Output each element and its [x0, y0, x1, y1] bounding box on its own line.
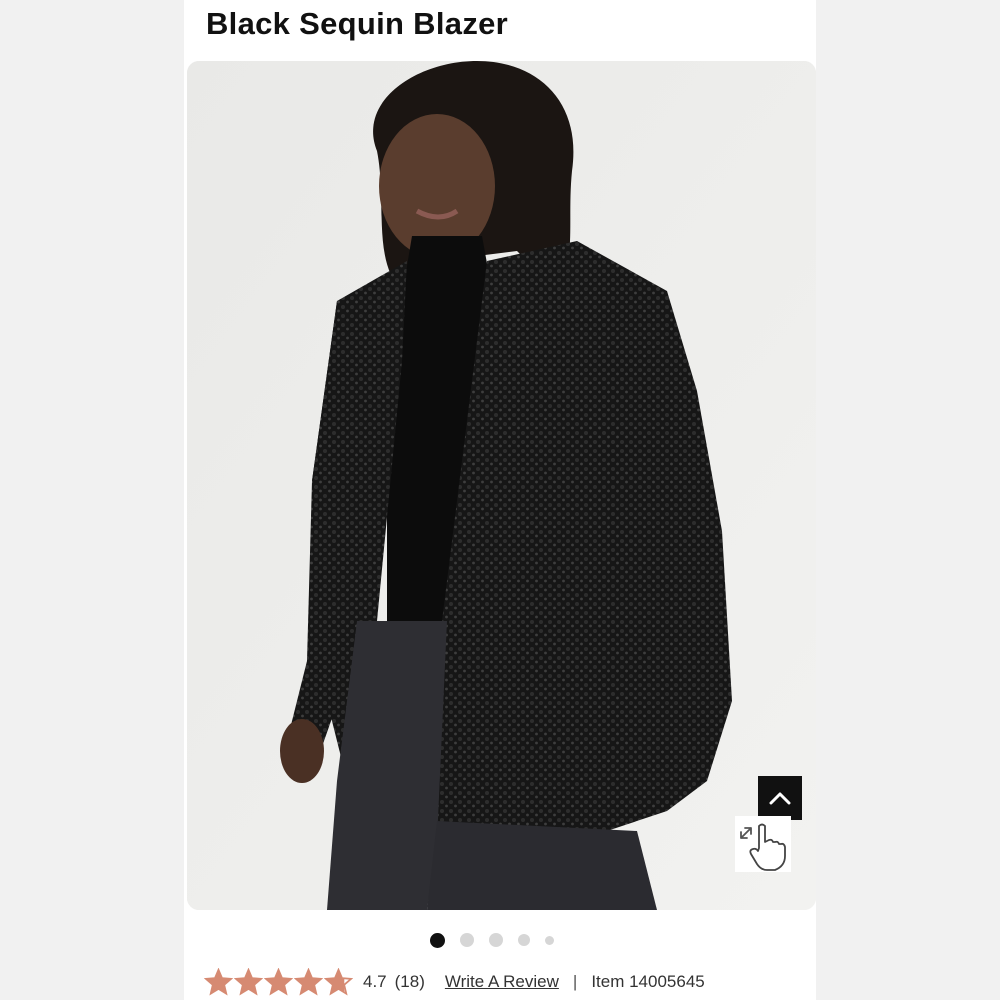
- rating-count[interactable]: (18): [395, 972, 425, 992]
- write-review-link[interactable]: Write A Review: [445, 972, 559, 992]
- gallery-pagination: [430, 930, 570, 950]
- product-title: Black Sequin Blazer: [206, 6, 509, 41]
- star-icon: [234, 967, 263, 996]
- zoom-button[interactable]: [735, 816, 791, 872]
- divider: |: [572, 972, 578, 991]
- star-icon: [294, 967, 323, 996]
- gallery-dot-4[interactable]: [518, 934, 530, 946]
- gallery-dot-3[interactable]: [489, 933, 503, 947]
- star-rating[interactable]: [204, 967, 353, 997]
- chevron-up-icon: [769, 792, 791, 805]
- item-number: Item 14005645: [591, 972, 705, 991]
- star-icon: [204, 967, 233, 996]
- gallery-dot-1[interactable]: [430, 932, 445, 948]
- expand-hand-icon: [740, 823, 786, 871]
- rating-value: 4.7: [363, 972, 387, 991]
- star-icon: [324, 967, 353, 996]
- gallery-dot-2[interactable]: [460, 933, 474, 947]
- scroll-to-top-button[interactable]: [758, 776, 802, 820]
- product-photo-illustration: [187, 61, 816, 910]
- gallery-dot-5[interactable]: [545, 935, 554, 945]
- product-image[interactable]: [187, 61, 816, 910]
- star-icon: [264, 967, 293, 996]
- rating-row: 4.7 (18) Write A Review | Item 14005645: [204, 964, 804, 1000]
